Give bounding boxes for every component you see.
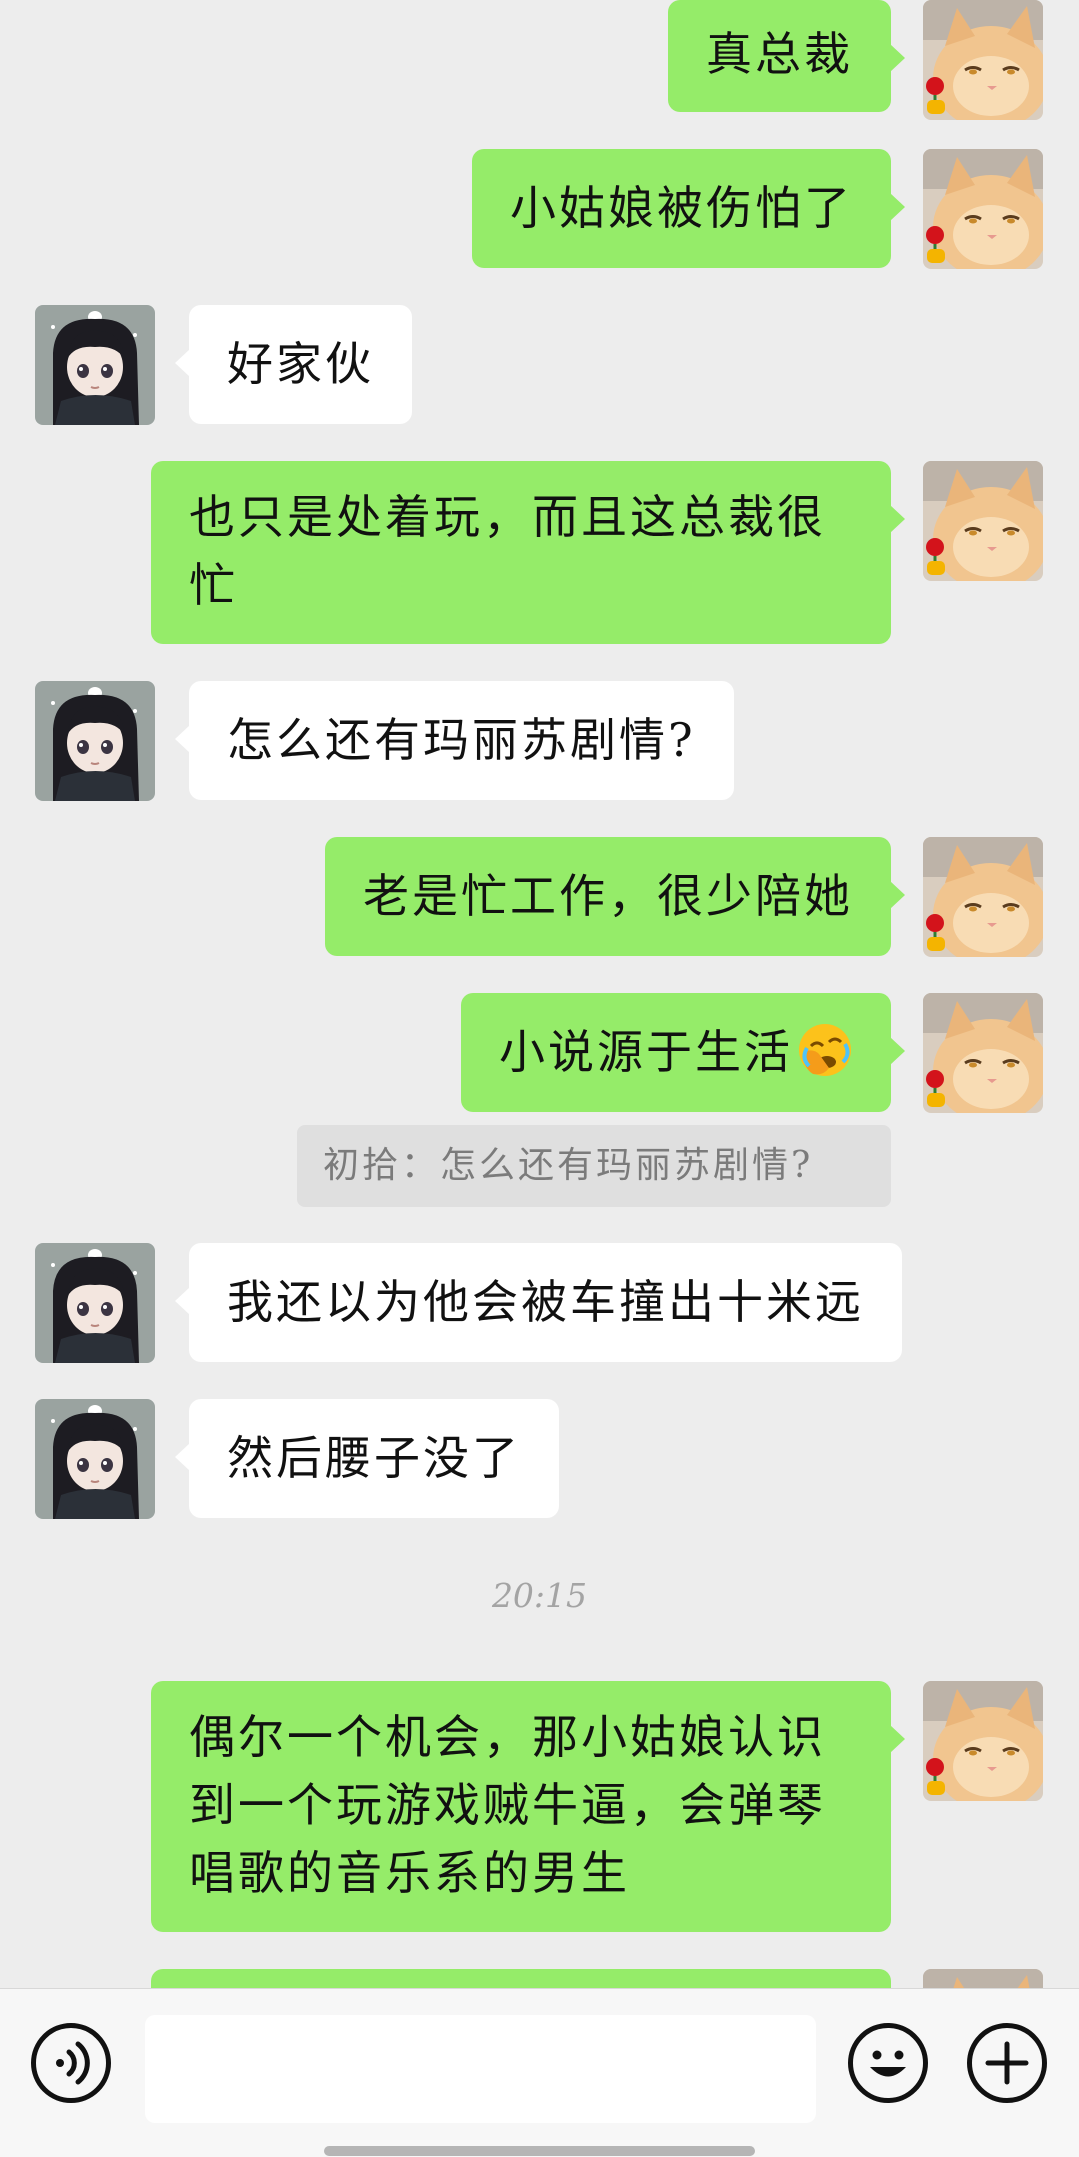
emoji-icon — [870, 2050, 906, 2077]
home-indicator[interactable] — [324, 2146, 755, 2156]
my-avatar[interactable] — [923, 461, 1043, 581]
message-bubble[interactable]: 我还以为他会被车撞出十米远 — [175, 1243, 902, 1362]
message-text: 好家伙 — [227, 337, 374, 391]
message-text: 小说源于生活 — [499, 1025, 793, 1079]
message-text-line: 偶尔一个机会，那小姑娘认识 — [189, 1710, 826, 1764]
message-text: 真总裁 — [706, 27, 853, 81]
contact-avatar[interactable] — [35, 1243, 155, 1363]
message-text-line: 唱歌的音乐系的男生 — [189, 1846, 630, 1900]
my-avatar[interactable] — [923, 1969, 1043, 1988]
message-bubble[interactable]: 老是忙工作，很少陪她 — [325, 837, 905, 956]
message-bubble[interactable]: 然后腰子没了 — [175, 1399, 559, 1518]
message-bubble[interactable]: 真总裁 — [668, 0, 905, 112]
message-text: 然后腰子没了 — [227, 1431, 521, 1485]
my-avatar[interactable] — [923, 149, 1043, 269]
message-bubble[interactable]: 小说源于生活 — [461, 993, 905, 1112]
my-avatar[interactable] — [923, 1681, 1043, 1801]
message-text: 怎么还有玛丽苏剧情? — [227, 713, 696, 767]
plus-icon — [985, 2041, 1029, 2085]
message-bubble[interactable]: 小姑娘被伤怕了 — [472, 149, 905, 268]
message-content: 小说源于生活 — [499, 993, 853, 1086]
voice-icon — [56, 2041, 90, 2085]
facepalm-emoji-icon — [799, 1024, 851, 1076]
message-text-line: 到一个玩游戏贼牛逼，会弹琴 — [189, 1778, 826, 1832]
message-text: 小姑娘被伤怕了 — [510, 181, 853, 235]
message-timestamp: 20:15 — [491, 1576, 588, 1615]
message-bubble[interactable]: 怎么还有玛丽苏剧情? — [175, 681, 734, 800]
message-bubble[interactable]: 也只是处着玩，而且这总裁很 忙 — [151, 461, 905, 644]
message-bubble-partial[interactable] — [151, 1969, 891, 1988]
message-text-line: 也只是处着玩，而且这总裁很 — [189, 490, 826, 544]
message-text: 我还以为他会被车撞出十米远 — [227, 1275, 864, 1329]
message-text-line: 忙 — [189, 558, 238, 612]
message-input[interactable] — [145, 2015, 816, 2123]
message-bubble[interactable]: 好家伙 — [175, 305, 412, 424]
my-avatar[interactable] — [923, 0, 1043, 120]
input-toolbar — [0, 1988, 1079, 2157]
message-text: 老是忙工作，很少陪她 — [363, 869, 853, 923]
contact-avatar[interactable] — [35, 681, 155, 801]
plus-button[interactable] — [967, 2023, 1047, 2103]
voice-button[interactable] — [31, 2023, 111, 2103]
chat-area[interactable]: 真总裁 小姑娘被伤怕了 好家伙 也只是处着玩，而且这总裁很 忙 怎么还有玛丽苏剧… — [0, 0, 1079, 1988]
contact-avatar[interactable] — [35, 305, 155, 425]
emoji-button[interactable] — [848, 2023, 928, 2103]
message-bubble[interactable]: 偶尔一个机会，那小姑娘认识 到一个玩游戏贼牛逼，会弹琴 唱歌的音乐系的男生 — [151, 1681, 905, 1932]
my-avatar[interactable] — [923, 993, 1043, 1113]
quoted-message[interactable]: 初拾：怎么还有玛丽苏剧情? — [297, 1125, 891, 1207]
my-avatar[interactable] — [923, 837, 1043, 957]
contact-avatar[interactable] — [35, 1399, 155, 1519]
